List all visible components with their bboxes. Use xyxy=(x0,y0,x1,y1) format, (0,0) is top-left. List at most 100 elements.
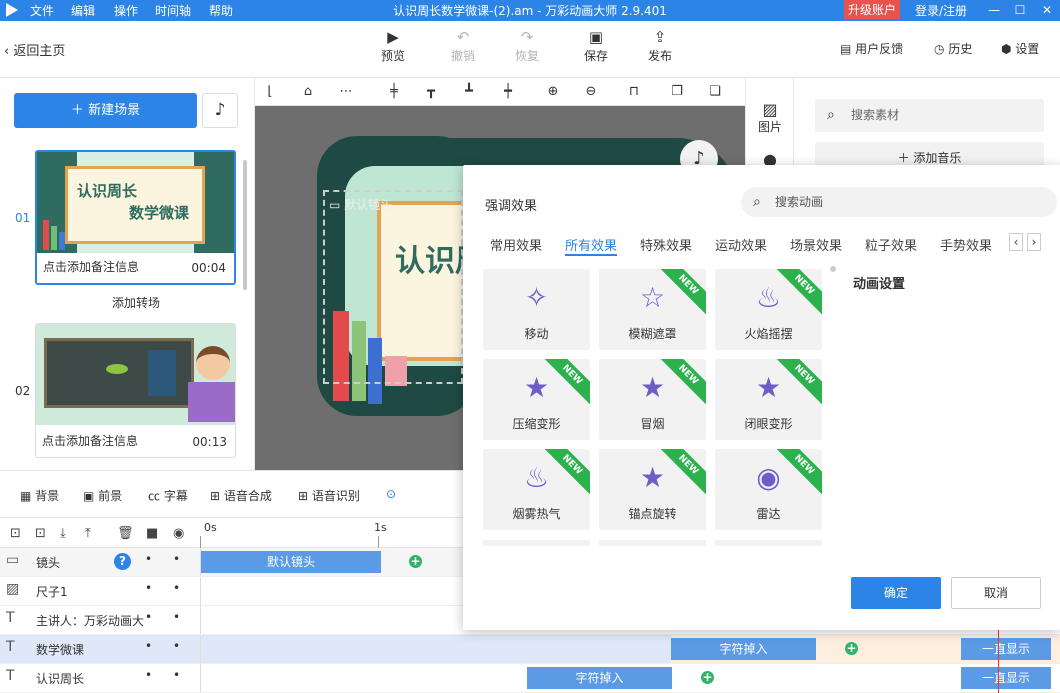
tab-motion[interactable]: 运动效果 xyxy=(715,235,767,254)
effect-tile[interactable]: ◉ 雷达 NEW xyxy=(715,449,822,530)
scene-card-2[interactable]: 点击添加备注信息 00:13 xyxy=(35,323,236,458)
track-know-perimeter[interactable]: T 认识周长 • • 字符掉入 + 一直显示 xyxy=(0,664,1060,693)
history-button[interactable]: ◷ 历史 xyxy=(934,40,972,57)
copy-icon[interactable]: ❐ xyxy=(668,83,686,101)
tabs-prev-icon[interactable]: ‹ xyxy=(1009,233,1023,251)
close-icon[interactable]: ✕ xyxy=(1035,0,1059,21)
scene-scrollbar[interactable] xyxy=(243,160,247,290)
add-keyframe-icon[interactable]: + xyxy=(845,642,858,655)
tab-gesture[interactable]: 手势效果 xyxy=(940,235,992,254)
settings-button[interactable]: ⬢ 设置 xyxy=(1001,40,1039,57)
cancel-button[interactable]: 取消 xyxy=(951,577,1041,609)
lock-all-icon[interactable]: ■ xyxy=(146,526,158,541)
effects-scrollbar[interactable] xyxy=(830,266,836,272)
scene-music-button[interactable]: ♪ xyxy=(202,93,238,128)
align-bottom-icon[interactable]: ┻ xyxy=(460,83,478,101)
camera-frame[interactable] xyxy=(323,190,463,384)
effect-label: 冒烟 xyxy=(640,417,665,431)
home-icon[interactable]: ⌂ xyxy=(299,83,317,101)
back-home-button[interactable]: ‹ 返回主页 xyxy=(4,40,65,59)
preview-button[interactable]: ▶ 预览 xyxy=(371,27,415,64)
track-lock-dot[interactable]: • xyxy=(145,581,152,595)
track-lock-dot[interactable]: • xyxy=(145,552,152,566)
search-material-input[interactable]: ⌕ 搜索素材 xyxy=(815,99,1044,132)
effect-tile[interactable]: ★ 压缩变形 NEW xyxy=(483,359,590,440)
paste-icon[interactable]: ❏ xyxy=(706,83,724,101)
login-button[interactable]: 登录/注册 xyxy=(915,2,967,19)
track-lock-dot[interactable]: • xyxy=(145,639,152,653)
track-lock-dot[interactable]: • xyxy=(145,668,152,682)
feedback-icon: ▤ xyxy=(840,42,852,56)
speech-recognition-button[interactable]: ⊞ 语音识别 xyxy=(298,487,360,504)
lock-icon[interactable]: ⊓ xyxy=(625,83,643,101)
zoom-in-icon[interactable]: ⊕ xyxy=(544,83,562,101)
ruler-icon[interactable]: ⌊ xyxy=(261,83,279,101)
scene-note[interactable]: 点击添加备注信息 xyxy=(43,258,139,275)
zoom-out-icon[interactable]: ⊖ xyxy=(582,83,600,101)
camera-clip[interactable]: 默认镜头 xyxy=(201,551,381,573)
help-icon[interactable]: ? xyxy=(114,553,131,570)
enter-animation-clip[interactable]: 字符掉入 xyxy=(671,638,816,660)
publish-button[interactable]: ⇪ 发布 xyxy=(638,27,682,64)
scene-card-1[interactable]: 认识周长 数学微课 点击添加备注信息 00:04 xyxy=(35,150,236,285)
tab-special[interactable]: 特殊效果 xyxy=(640,235,692,254)
text-icon: T xyxy=(6,668,15,684)
add-folder-icon[interactable]: ⊡ xyxy=(10,526,21,541)
add-keyframe-icon[interactable]: + xyxy=(701,671,714,684)
track-visibility-dot[interactable]: • xyxy=(173,581,180,595)
timeline-ruler[interactable]: 0s 1s xyxy=(200,517,465,548)
align-center-icon[interactable]: ╪ xyxy=(385,83,403,101)
new-scene-button[interactable]: ＋ 新建场景 xyxy=(14,93,197,128)
playhead[interactable] xyxy=(998,630,999,693)
move-up-icon[interactable]: ⤒ xyxy=(85,526,91,541)
track-visibility-dot[interactable]: • xyxy=(173,552,180,566)
new-folder-icon[interactable]: ⊡ xyxy=(35,526,46,541)
tab-particle[interactable]: 粒子效果 xyxy=(865,235,917,254)
upgrade-button[interactable]: 升级账户 xyxy=(844,0,901,19)
delete-icon[interactable]: 🗑 xyxy=(117,526,134,541)
minimize-icon[interactable]: — xyxy=(982,0,1006,21)
enter-animation-clip[interactable]: 字符掉入 xyxy=(527,667,672,689)
add-transition-button[interactable]: 添加转场 xyxy=(112,294,160,311)
track-math-course[interactable]: T 数学微课 • • 字符掉入 + 一直显示 xyxy=(0,635,1060,664)
feedback-button[interactable]: ▤ 用户反馈 xyxy=(840,40,903,57)
undo-button[interactable]: ↶ 撤销 xyxy=(441,27,485,64)
subtitle-button[interactable]: ㏄ 字幕 xyxy=(148,487,188,504)
stay-animation-clip[interactable]: 一直显示 xyxy=(961,667,1051,689)
stay-animation-clip[interactable]: 一直显示 xyxy=(961,638,1051,660)
align-top-icon[interactable]: ┳ xyxy=(422,83,440,101)
distribute-icon[interactable]: ┿ xyxy=(499,83,517,101)
effect-tile[interactable]: ✧ 移动 xyxy=(483,269,590,350)
effect-tile[interactable]: ☆ 模糊遮罩 NEW xyxy=(599,269,706,350)
image-icon[interactable]: ▨ xyxy=(758,100,782,119)
foreground-button[interactable]: ▣ 前景 xyxy=(83,487,122,504)
track-lock-dot[interactable]: • xyxy=(145,610,152,624)
more-tools-icon[interactable]: ⊙ xyxy=(386,487,396,501)
search-animation-input[interactable]: ⌕ 搜索动画 xyxy=(741,187,1057,217)
effect-tile[interactable]: ♨ 火焰摇摆 NEW xyxy=(715,269,822,350)
add-keyframe-icon[interactable]: + xyxy=(409,555,422,568)
move-down-icon[interactable]: ⤓ xyxy=(60,526,66,541)
effect-tile[interactable]: ★ 冒烟 NEW xyxy=(599,359,706,440)
tab-scene[interactable]: 场景效果 xyxy=(790,235,842,254)
scene-note[interactable]: 点击添加备注信息 xyxy=(42,432,138,449)
track-visibility-dot[interactable]: • xyxy=(173,668,180,682)
tab-common[interactable]: 常用效果 xyxy=(490,235,542,254)
history-icon: ◷ xyxy=(934,42,945,56)
more-icon[interactable]: ⋯ xyxy=(337,83,355,101)
confirm-button[interactable]: 确定 xyxy=(851,577,941,609)
tab-all[interactable]: 所有效果 xyxy=(565,235,617,254)
visibility-icon[interactable]: ◉ xyxy=(173,526,184,541)
effect-tile[interactable]: ★ 闭眼变形 NEW xyxy=(715,359,822,440)
save-button[interactable]: ▣ 保存 xyxy=(574,27,618,64)
image-category-label[interactable]: 图片 xyxy=(746,118,794,135)
redo-button[interactable]: ↷ 恢复 xyxy=(505,27,549,64)
tts-button[interactable]: ⊞ 语音合成 xyxy=(210,487,272,504)
background-button[interactable]: ▦ 背景 xyxy=(20,487,59,504)
track-visibility-dot[interactable]: • xyxy=(173,639,180,653)
effect-tile[interactable]: ★ 锚点旋转 NEW xyxy=(599,449,706,530)
maximize-icon[interactable]: ☐ xyxy=(1008,0,1032,21)
tabs-next-icon[interactable]: › xyxy=(1027,233,1041,251)
effect-tile[interactable]: ♨ 烟雾热气 NEW xyxy=(483,449,590,530)
track-visibility-dot[interactable]: • xyxy=(173,610,180,624)
